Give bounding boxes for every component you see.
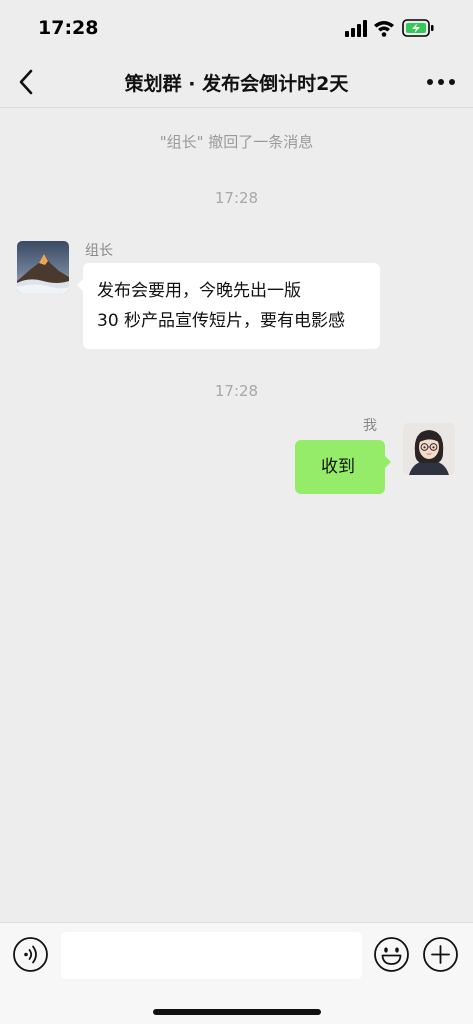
sender-name: 组长 [85, 243, 113, 259]
bubble-tail [77, 279, 83, 291]
nav-bar: 策划群 · 发布会倒计时2天 [0, 56, 473, 108]
home-indicator[interactable] [153, 1009, 321, 1015]
battery-icon [402, 19, 434, 37]
message-text-line: 发布会要用，今晚先出一版 [97, 281, 301, 301]
my-avatar[interactable] [403, 423, 455, 475]
chat-title: 策划群 · 发布会倒计时2天 [124, 73, 349, 95]
sender-name: 我 [363, 418, 377, 434]
message-text-line: 收到 [321, 457, 355, 477]
wifi-icon [374, 21, 394, 37]
status-bar: 17:28 [0, 0, 473, 56]
girl-avatar-icon [403, 423, 455, 475]
message-input[interactable] [61, 932, 362, 979]
voice-button[interactable] [12, 936, 49, 973]
incoming-message-bubble[interactable]: 发布会要用，今晚先出一版 30 秒产品宣传短片，要有电影感 [77, 263, 380, 349]
plus-icon [423, 937, 458, 972]
more-dots-icon [427, 79, 455, 85]
emoji-button[interactable] [373, 936, 410, 973]
message-timestamp: 17:28 [214, 382, 259, 400]
recall-notice: "组长" 撤回了一条消息 [159, 133, 314, 151]
voice-icon [13, 937, 48, 972]
outgoing-message-bubble[interactable]: 收到 [295, 440, 391, 494]
more-button[interactable] [423, 66, 459, 98]
message-timestamp: 17:28 [214, 189, 259, 207]
leader-avatar[interactable] [17, 241, 69, 293]
more-functions-button[interactable] [422, 936, 459, 973]
mountain-avatar-icon [17, 241, 69, 293]
signal-icon [345, 20, 367, 37]
status-icons [345, 18, 455, 38]
smiley-icon [374, 937, 409, 972]
status-time: 17:28 [38, 17, 99, 39]
message-text-line: 30 秒产品宣传短片，要有电影感 [97, 311, 346, 331]
bubble-tail [385, 456, 391, 468]
